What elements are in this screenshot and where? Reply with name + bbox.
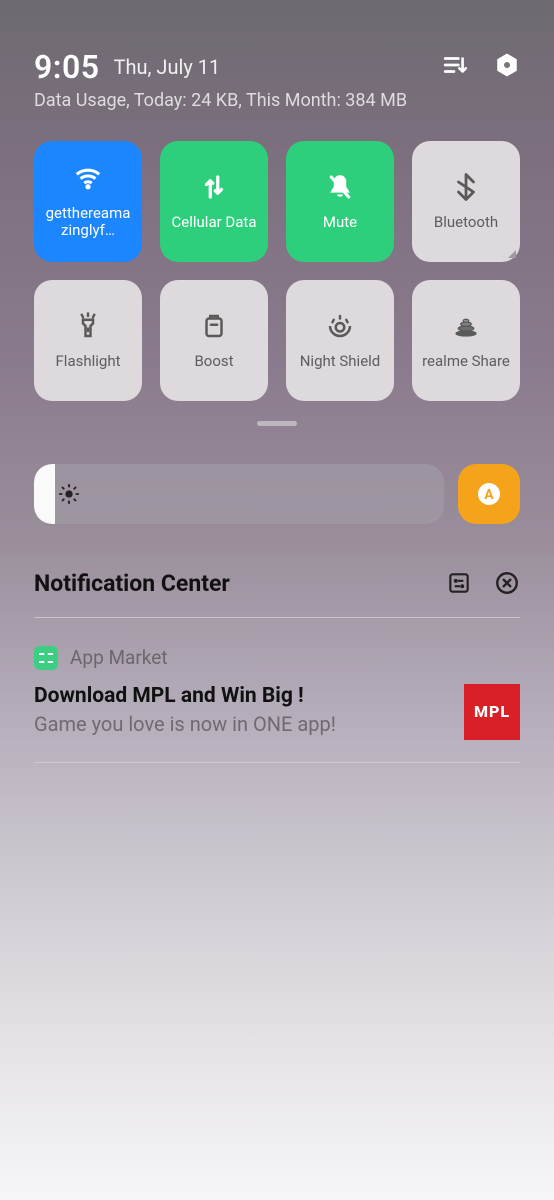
cellular-label: Cellular Data [166,214,263,231]
clock-date: Thu, July 11 [114,55,221,79]
nightshield-icon [325,311,355,341]
boost-icon [199,311,229,341]
mute-label: Mute [317,214,363,231]
notification-center-title: Notification Center [34,570,424,597]
cellular-icon [199,172,229,202]
notification-subtitle: Game you love is now in ONE app! [34,712,448,736]
settings-icon[interactable] [494,52,520,78]
data-usage-label: Data Usage, Today: 24 KB, This Month: 38… [34,90,520,111]
clock-time: 9:05 [34,48,100,86]
notification-thumbnail: MPL [464,684,520,740]
wifi-label: getthereamazinglyf… [38,205,138,240]
nightshield-label: Night Shield [294,353,387,370]
bluetooth-tile[interactable]: Bluetooth [412,141,520,262]
quick-settings-grid: getthereamazinglyf… Cellular Data Mute B… [34,141,520,401]
realmeshare-tile[interactable]: realme Share [412,280,520,401]
boost-label: Boost [188,353,239,370]
bluetooth-icon [451,172,481,202]
brightness-icon [58,483,80,505]
status-header: 9:05 Thu, July 11 Data Usage, Today: 24 … [34,0,520,111]
flashlight-icon [73,311,103,341]
notification-title: Download MPL and Win Big ! [34,684,448,708]
brightness-fill [34,464,55,524]
divider [34,617,520,618]
wifi-tile[interactable]: getthereamazinglyf… [34,141,142,262]
auto-brightness-icon: A [475,480,503,508]
expand-corner-icon [508,250,516,258]
flashlight-label: Flashlight [50,353,127,370]
mute-tile[interactable]: Mute [286,141,394,262]
divider [34,762,520,763]
boost-tile[interactable]: Boost [160,280,268,401]
clear-all-icon[interactable] [494,570,520,596]
nightshield-tile[interactable]: Night Shield [286,280,394,401]
notification-app-name: App Market [70,646,168,669]
auto-brightness-button[interactable]: A [458,464,520,524]
brightness-slider[interactable] [34,464,444,524]
wifi-icon [73,163,103,193]
app-market-icon [34,646,58,670]
cellular-tile[interactable]: Cellular Data [160,141,268,262]
svg-text:A: A [484,487,494,503]
realmeshare-icon [451,311,481,341]
bluetooth-label: Bluetooth [428,214,504,231]
flashlight-tile[interactable]: Flashlight [34,280,142,401]
mute-icon [325,172,355,202]
sort-icon[interactable] [442,52,468,78]
notification-item[interactable]: App Market Download MPL and Win Big ! Ga… [34,646,520,740]
drag-handle[interactable] [257,421,297,426]
realmeshare-label: realme Share [416,353,516,370]
manage-icon[interactable] [446,570,472,596]
